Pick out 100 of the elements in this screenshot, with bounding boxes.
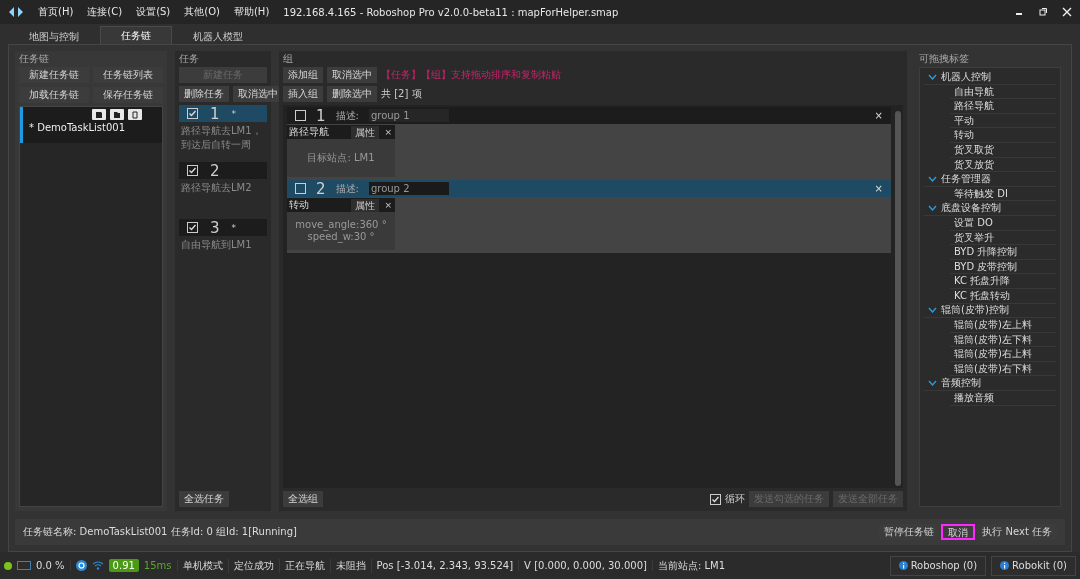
action-button[interactable]: 取消 (941, 524, 976, 540)
group-header[interactable]: 2 描述: group 2 × (287, 180, 891, 197)
tree-item[interactable]: 播放音频 (950, 391, 1056, 406)
menu-item[interactable]: 连接(C) (87, 5, 123, 19)
toolbar-button[interactable]: 取消选中 (327, 67, 377, 83)
tree-item[interactable]: 辊筒(皮带)左上料 (950, 318, 1056, 333)
tree-item[interactable]: BYD 升降控制 (950, 245, 1056, 260)
tree-item[interactable]: 路径导航 (950, 99, 1056, 114)
tree-item[interactable]: KC 托盘转动 (950, 288, 1056, 304)
app-status-button[interactable]: Roboshop (0) (889, 555, 987, 576)
action-card[interactable]: 转动 属性 × move_angle:360 ° speed_w:30 ° (287, 198, 395, 250)
task-header[interactable]: 1 * (179, 105, 267, 122)
task-header[interactable]: 3 * (179, 219, 267, 236)
checkbox[interactable] (295, 110, 306, 121)
action-parameter: 目标站点: LM1 (307, 152, 375, 164)
status-field: Pos [-3.014, 2.343, 93.524] (376, 560, 520, 571)
wifi-icon (91, 561, 104, 570)
tree-item[interactable]: 货叉举升 (950, 230, 1056, 246)
tree-item[interactable]: KC 托盘升降 (950, 274, 1056, 289)
select-all-button[interactable]: 全选组 (283, 491, 323, 507)
panel-title: 组 (283, 53, 294, 64)
toolbar-button[interactable]: 插入组 (283, 86, 323, 102)
tree-item[interactable]: 辊筒(皮带)右上料 (950, 347, 1056, 362)
tree-category[interactable]: 辊筒(皮带)控制 (924, 303, 1056, 319)
chevron-icon[interactable] (928, 205, 937, 212)
folder-icon[interactable] (110, 109, 124, 120)
menu-item[interactable]: 首页(H) (38, 5, 74, 19)
app-status-button[interactable]: Robokit (0) (991, 555, 1076, 576)
toolbar-button[interactable]: 任务链列表 (93, 67, 163, 83)
tree-category[interactable]: 任务管理器 (924, 172, 1056, 187)
checkbox[interactable] (710, 493, 721, 505)
menu-item[interactable]: 其他(O) (184, 5, 220, 19)
current-station: 当前站点: LM1 (657, 558, 726, 573)
action-name: 转动 (289, 198, 310, 212)
properties-button[interactable]: 属性 (351, 198, 380, 212)
tree-item[interactable]: 自由导航 (950, 84, 1056, 100)
group-count: 共 [2] 项 (381, 87, 422, 101)
chevron-icon[interactable] (928, 380, 937, 387)
group-header[interactable]: 1 描述: group 1 × (287, 107, 891, 124)
modified-mark: * (231, 108, 237, 119)
trash-icon[interactable] (128, 109, 142, 120)
menu-item[interactable]: 帮助(H) (233, 5, 270, 19)
tree-item[interactable]: 货叉取货 (950, 142, 1056, 158)
window-title: 192.168.4.165 - Roboshop Pro v2.0.0-beta11 : mapForHelper.smap (283, 6, 620, 18)
status-field: 单机模式 (182, 558, 229, 573)
toolbar-button[interactable]: 保存任务链 (93, 87, 163, 103)
status-dot-icon (4, 561, 12, 570)
restore-icon[interactable] (1038, 7, 1048, 17)
checkbox[interactable] (187, 165, 198, 176)
tree-category[interactable]: 机器人控制 (924, 70, 1056, 85)
tree-item[interactable]: 转动 (950, 128, 1056, 143)
close-button[interactable]: × (874, 110, 883, 121)
tree-item[interactable]: 辊筒(皮带)右下料 (950, 361, 1056, 377)
task-chain-status: 任务链名称: DemoTaskList001 任务Id: 0 组Id: 1[Running] (23, 525, 298, 539)
battery-icon (17, 561, 31, 570)
tree-item[interactable]: 设置 DO (950, 215, 1056, 231)
checkbox[interactable] (187, 108, 198, 119)
toolbar-button[interactable]: 删除任务 (179, 86, 229, 102)
toolbar-button[interactable]: 添加组 (283, 67, 323, 83)
checkbox[interactable] (187, 222, 198, 233)
tree-category[interactable]: 音频控制 (924, 376, 1056, 392)
select-all-button[interactable]: 全选任务 (179, 491, 229, 507)
chevron-icon[interactable] (928, 175, 937, 182)
scrollbar[interactable] (895, 111, 901, 486)
description-label: 描述: (335, 108, 359, 123)
refresh-icon[interactable] (75, 560, 87, 571)
task-header[interactable]: 2 (179, 162, 267, 179)
toolbar-button[interactable]: 删除选中 (327, 86, 377, 102)
tree-item[interactable]: BYD 皮带控制 (950, 259, 1056, 275)
close-button[interactable]: × (381, 127, 395, 137)
save-icon[interactable] (92, 109, 106, 120)
description-field[interactable]: group 1 (368, 109, 449, 122)
task-chain-item[interactable]: * DemoTaskList001 (20, 107, 162, 143)
chevron-icon[interactable] (928, 73, 937, 80)
tab[interactable]: 任务链 (100, 26, 172, 44)
close-button[interactable]: × (874, 183, 883, 194)
close-button[interactable]: × (381, 200, 395, 210)
action-name: 路径导航 (289, 125, 330, 139)
loop-label: 循环 (725, 492, 745, 506)
tree-item[interactable]: 货叉放货 (950, 157, 1056, 173)
tree-item[interactable]: 平动 (950, 113, 1056, 129)
status-field: 定位成功 (233, 558, 280, 573)
battery-level: 0.0 % (36, 560, 71, 571)
properties-button[interactable]: 属性 (351, 125, 380, 139)
tab[interactable]: 机器人模型 (172, 28, 264, 44)
menu-item[interactable]: 设置(S) (136, 5, 171, 19)
group-number: 2 (316, 179, 326, 198)
tab[interactable]: 地图与控制 (8, 28, 100, 44)
info-icon (898, 561, 908, 570)
checkbox[interactable] (295, 183, 306, 194)
toolbar-button[interactable]: 新建任务链 (19, 67, 89, 83)
tree-category[interactable]: 底盘设备控制 (924, 201, 1056, 216)
close-icon[interactable] (1062, 7, 1072, 17)
tree-item[interactable]: 辊筒(皮带)左下料 (950, 332, 1056, 348)
description-field[interactable]: group 2 (368, 182, 449, 195)
toolbar-button[interactable]: 加载任务链 (19, 87, 89, 103)
tree-item[interactable]: 等待触发 DI (950, 186, 1056, 202)
task-description: 自由导航到LM1 (180, 238, 253, 252)
modified-mark: * (231, 222, 237, 233)
chevron-icon[interactable] (928, 307, 937, 314)
